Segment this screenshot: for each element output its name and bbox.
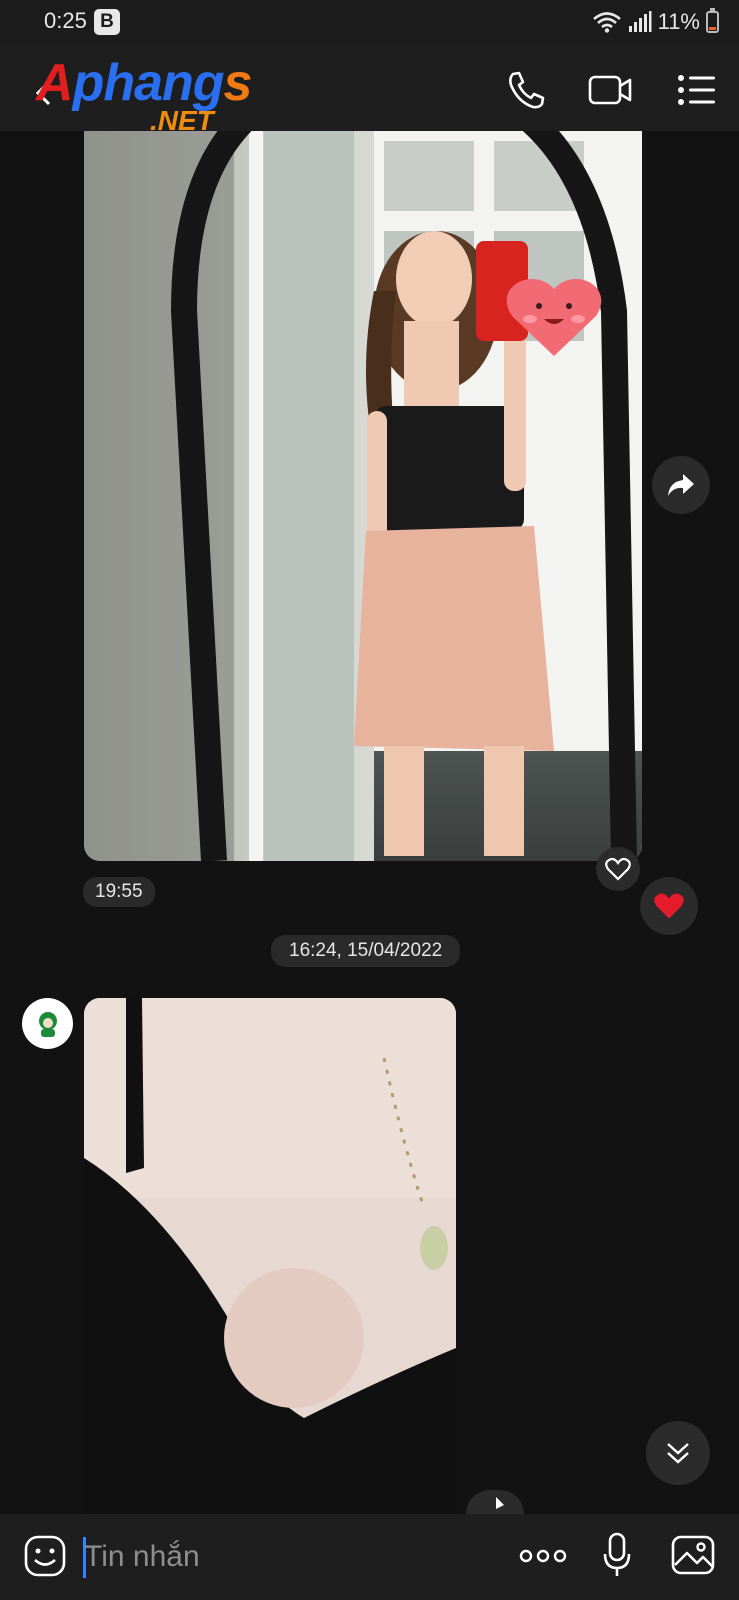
- video-call-icon[interactable]: [588, 68, 632, 112]
- share-arrow-icon: [668, 474, 694, 496]
- photo-message[interactable]: [84, 131, 642, 861]
- battery-icon: [706, 8, 719, 33]
- microphone-icon[interactable]: [603, 1532, 631, 1578]
- battery-percent: 11%: [657, 9, 700, 34]
- more-icon[interactable]: [519, 1548, 567, 1564]
- wifi-icon: [592, 12, 621, 33]
- photo-message[interactable]: [84, 998, 456, 1514]
- phone-icon[interactable]: [504, 68, 548, 112]
- scroll-to-bottom-button[interactable]: [646, 1421, 710, 1485]
- image-icon[interactable]: [671, 1535, 715, 1575]
- notification-badge: B: [94, 9, 120, 35]
- signal-icon: [628, 11, 652, 32]
- date-separator: 16:24, 15/04/2022: [271, 935, 461, 967]
- double-chevron-down-icon: [667, 1443, 689, 1464]
- status-indicators: 11%: [592, 8, 719, 36]
- message-input[interactable]: Tin nhắn: [84, 1540, 200, 1574]
- reaction-button[interactable]: [640, 877, 698, 935]
- avatar-character-icon: [38, 1011, 57, 1037]
- share-arrow-icon: [496, 1497, 504, 1509]
- status-time: 0:25: [44, 8, 87, 33]
- heart-icon: [654, 893, 684, 919]
- like-button[interactable]: [596, 847, 640, 891]
- heart-outline-icon: [605, 857, 631, 881]
- emoji-icon[interactable]: [24, 1535, 66, 1577]
- message-time: 19:55: [83, 877, 155, 907]
- watermark-logo: Aphangs: [36, 54, 252, 112]
- menu-list-icon[interactable]: [675, 68, 719, 112]
- avatar[interactable]: [22, 998, 73, 1049]
- forward-button[interactable]: [466, 1490, 524, 1514]
- forward-button[interactable]: [652, 456, 710, 514]
